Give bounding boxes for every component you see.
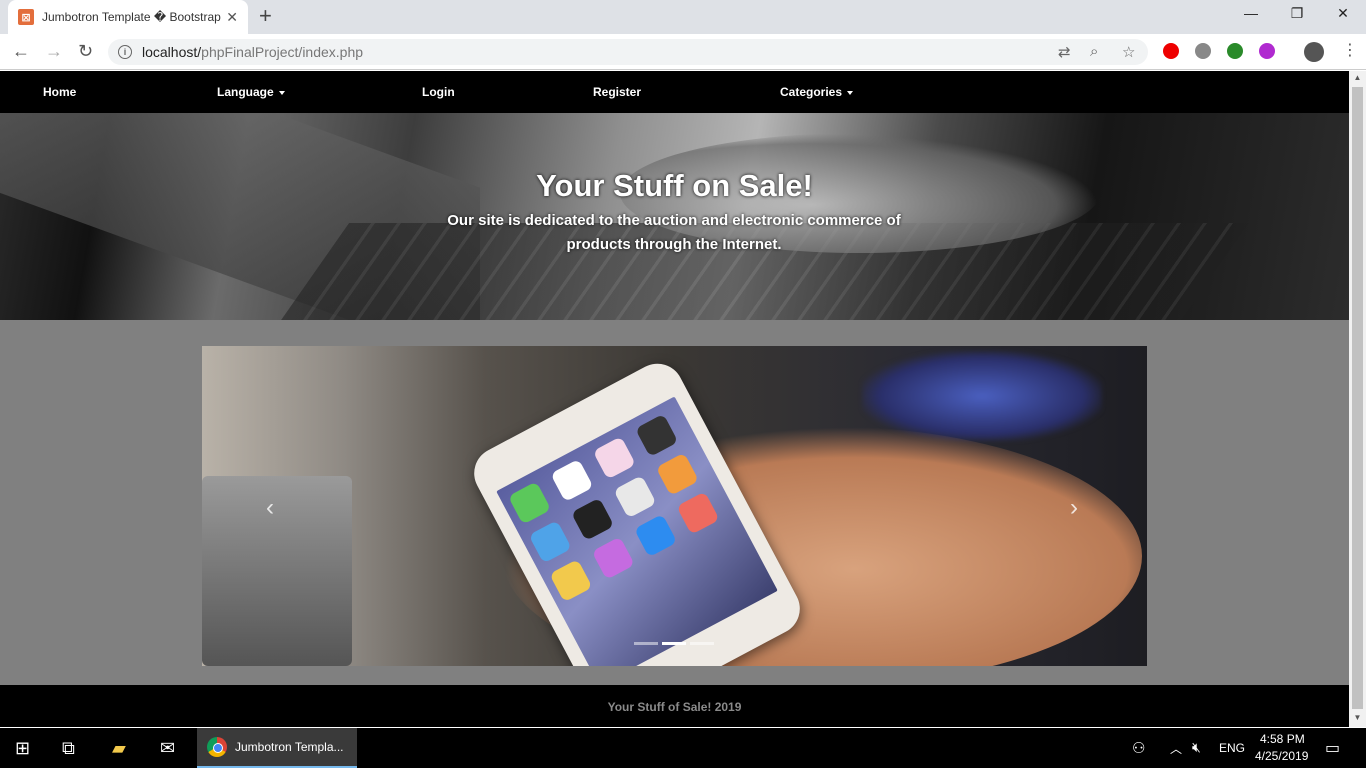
- caret-down-icon: [847, 90, 854, 95]
- clock-time[interactable]: 4:58 PM: [1260, 732, 1305, 746]
- reload-button[interactable]: ↻: [78, 41, 93, 62]
- app-icon: [570, 497, 615, 541]
- app-icon: [550, 458, 594, 503]
- tray-chevron-up-icon[interactable]: ︿: [1170, 740, 1182, 757]
- url-text: localhost/phpFinalProject/index.php: [142, 44, 364, 60]
- background-monitor: [202, 476, 352, 666]
- scroll-down-arrow-icon[interactable]: ▼: [1349, 713, 1366, 722]
- profile-avatar[interactable]: [1304, 42, 1324, 62]
- translate-icon[interactable]: ⇄: [1058, 43, 1071, 61]
- app-icon: [549, 559, 593, 603]
- taskbar-chrome-app[interactable]: Jumbotron Templa...: [197, 728, 357, 768]
- carousel-indicator-1[interactable]: [634, 642, 658, 645]
- app-icon: [634, 513, 678, 558]
- carousel-indicator-2[interactable]: [662, 642, 686, 645]
- headphones-extension-icon[interactable]: [1259, 43, 1275, 59]
- file-explorer-icon[interactable]: ▰: [112, 738, 126, 759]
- volume-muted-icon[interactable]: 🔇︎: [1192, 739, 1201, 756]
- app-icon: [592, 436, 636, 480]
- site-navbar: Home Language Login Register Categories: [0, 71, 1349, 113]
- menu-kebab-icon[interactable]: ⋮: [1342, 40, 1358, 60]
- background-screen: [862, 351, 1102, 441]
- jumbotron-subtitle: Our site is dedicated to the auction and…: [447, 212, 901, 253]
- chrome-icon: [207, 737, 227, 757]
- app-icon: [613, 475, 657, 519]
- scroll-up-arrow-icon[interactable]: ▲: [1349, 73, 1366, 82]
- zoom-icon[interactable]: ⌕: [1090, 43, 1098, 60]
- app-icon: [507, 481, 552, 525]
- language-indicator[interactable]: ENG: [1219, 741, 1245, 755]
- app-icon: [655, 452, 700, 496]
- site-footer: Your Stuff of Sale! 2019: [0, 685, 1349, 727]
- bug-extension-icon[interactable]: [1195, 43, 1211, 59]
- tree-extension-icon[interactable]: [1227, 43, 1243, 59]
- nav-categories[interactable]: Categories: [780, 85, 854, 99]
- footer-text: Your Stuff of Sale! 2019: [607, 700, 742, 714]
- app-icon: [635, 413, 679, 458]
- notifications-icon[interactable]: ▭: [1325, 738, 1340, 758]
- carousel-indicator-3[interactable]: [690, 642, 714, 645]
- restore-button[interactable]: ❐: [1274, 5, 1320, 22]
- app-icon: [676, 491, 720, 535]
- app-icon: [591, 536, 635, 580]
- carousel-prev-button[interactable]: ‹: [266, 494, 274, 522]
- windows-taskbar: ⊞ ⧉ ▰ ✉ Jumbotron Templa... ⚇ ︿ 🔇︎ ENG 4…: [0, 728, 1366, 768]
- new-tab-button[interactable]: +: [259, 5, 272, 27]
- mail-icon[interactable]: ✉: [160, 738, 175, 759]
- adblock-extension-icon[interactable]: [1163, 43, 1179, 59]
- back-button[interactable]: ←: [12, 41, 30, 62]
- jumbotron-title: Your Stuff on Sale!: [536, 168, 813, 203]
- app-icon-grid: [507, 412, 723, 603]
- tab-title: Jumbotron Template � Bootstrap: [42, 10, 221, 24]
- page-viewport: Home Language Login Register Categories …: [0, 71, 1349, 727]
- minimize-button[interactable]: —: [1228, 5, 1274, 21]
- close-tab-icon[interactable]: ✕: [226, 9, 238, 26]
- info-icon[interactable]: i: [118, 45, 132, 59]
- close-window-button[interactable]: ✕: [1320, 5, 1366, 22]
- nav-language[interactable]: Language: [217, 85, 285, 99]
- vertical-scrollbar[interactable]: ▲ ▼: [1349, 71, 1366, 727]
- windows-start-icon[interactable]: ⊞: [15, 738, 30, 759]
- clock-date[interactable]: 4/25/2019: [1255, 749, 1308, 763]
- address-bar[interactable]: i localhost/phpFinalProject/index.php ⇄ …: [108, 39, 1148, 65]
- app-icon: [528, 520, 572, 564]
- people-icon[interactable]: ⚇: [1132, 739, 1145, 757]
- browser-tab[interactable]: ⊠ Jumbotron Template � Bootstrap ✕: [8, 0, 248, 34]
- caret-down-icon: [278, 90, 285, 95]
- bookmark-star-icon[interactable]: ☆: [1122, 43, 1135, 61]
- nav-register[interactable]: Register: [593, 85, 641, 99]
- carousel-next-button[interactable]: ›: [1070, 494, 1078, 522]
- jumbotron-hero: Your Stuff on Sale! Our site is dedicate…: [0, 113, 1349, 320]
- taskbar-app-label: Jumbotron Templa...: [235, 740, 344, 754]
- browser-tabbar: ⊠ Jumbotron Template � Bootstrap ✕ + — ❐…: [0, 0, 1366, 34]
- scrollbar-thumb[interactable]: [1352, 87, 1363, 709]
- xampp-icon: ⊠: [18, 9, 34, 25]
- nav-home[interactable]: Home: [43, 85, 76, 99]
- browser-toolbar: ← → ↻ i localhost/phpFinalProject/index.…: [0, 34, 1366, 70]
- task-view-icon[interactable]: ⧉: [62, 738, 75, 759]
- forward-button[interactable]: →: [45, 41, 63, 62]
- product-carousel: ‹ ›: [202, 346, 1147, 666]
- nav-login[interactable]: Login: [422, 85, 455, 99]
